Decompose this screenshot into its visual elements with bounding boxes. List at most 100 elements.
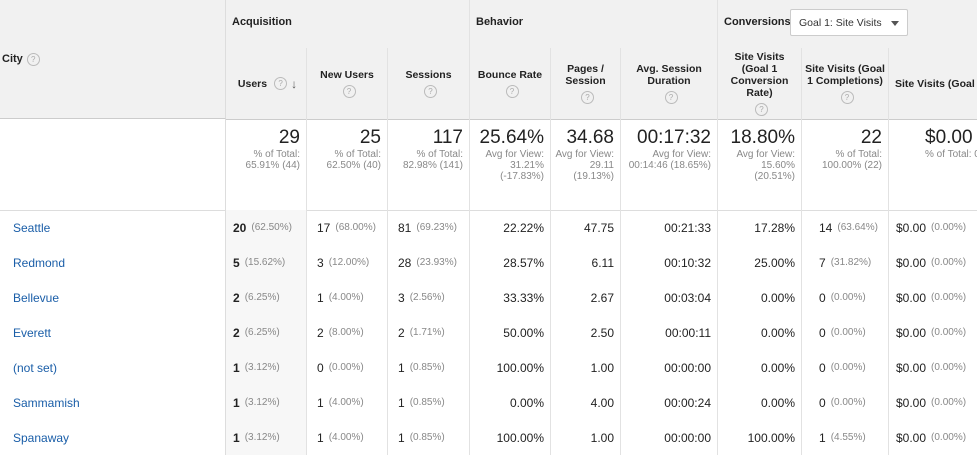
help-icon[interactable]: ? (342, 85, 356, 98)
table-row: Sammamish 1 (3.12%) 1 (4.00%) 1 (0.85%) … (0, 385, 977, 420)
users-value: 2 (233, 325, 240, 340)
users-pct: (6.25%) (244, 327, 280, 338)
pages-session-value: 2.67 (590, 290, 614, 305)
new-users-header-label: New Users (320, 69, 374, 81)
duration-value: 00:03:04 (664, 290, 711, 305)
city-link[interactable]: (not set) (6, 361, 57, 375)
pages-session-column-header[interactable]: Pages / Session ? (551, 48, 621, 119)
pages-session-cell: 1.00 (551, 420, 621, 455)
total-avg-session-duration-value: 00:17:32 (637, 127, 711, 148)
conversions-group-header: Conversions Goal 1: Site Visits (718, 0, 977, 48)
city-link[interactable]: Spanaway (6, 431, 69, 445)
total-bounce-rate-value: 25.64% (479, 127, 544, 148)
bounce-rate-column-header[interactable]: Bounce Rate ? (470, 48, 551, 119)
completions-cell: 14 (63.64%) (802, 210, 889, 245)
users-column-header[interactable]: Users ? ↓ (226, 48, 307, 119)
total-avg-session-duration: 00:17:32 Avg for View: 00:14:46 (18.65%) (621, 119, 718, 210)
table-row: Everett 2 (6.25%) 2 (8.00%) 2 (1.71%) 50… (0, 315, 977, 350)
help-icon[interactable]: ? (274, 77, 288, 90)
acquisition-label: Acquisition (232, 16, 292, 28)
completions-cell: 0 (0.00%) (802, 280, 889, 315)
city-column-header[interactable]: City ? (0, 0, 226, 119)
help-icon[interactable]: ? (664, 91, 678, 104)
help-icon[interactable]: ? (505, 85, 519, 98)
conv-rate-cell: 0.00% (718, 385, 802, 420)
duration-value: 00:10:32 (664, 255, 711, 270)
help-icon[interactable]: ? (755, 103, 768, 116)
city-link[interactable]: Bellevue (6, 291, 59, 305)
conv-rate-column-header[interactable]: Site Visits (Goal 1 Conversion Rate) ? (718, 48, 802, 119)
sessions-value: 3 (398, 290, 405, 305)
help-icon[interactable]: ? (840, 91, 854, 104)
table-row: Redmond 5 (15.62%) 3 (12.00%) 28 (23.93%… (0, 245, 977, 280)
value-value: $0.00 (896, 220, 927, 235)
acquisition-group-header: Acquisition (226, 0, 470, 48)
new-users-pct: (4.00%) (328, 397, 364, 408)
city-cell: Sammamish (0, 385, 226, 420)
value-pct: (0.00%) (931, 397, 967, 408)
bounce-rate-cell: 0.00% (470, 385, 551, 420)
conv-rate-cell: 25.00% (718, 245, 802, 280)
pages-session-cell: 6.11 (551, 245, 621, 280)
total-bounce-rate-sub: Avg for View: 31.21% (-17.83%) (485, 149, 544, 182)
new-users-pct: (4.00%) (328, 292, 364, 303)
new-users-value: 2 (317, 325, 324, 340)
total-avg-session-duration-sub: Avg for View: 00:14:46 (18.65%) (628, 149, 711, 171)
avg-session-duration-column-header[interactable]: Avg. Session Duration ? (621, 48, 718, 119)
sort-descending-icon[interactable]: ↓ (291, 77, 297, 91)
pages-session-value: 1.00 (590, 430, 614, 445)
sessions-pct: (23.93%) (416, 257, 457, 268)
completions-value: 0 (819, 325, 826, 340)
total-conv-rate-sub: Avg for View: 15.60% (20.51%) (736, 149, 795, 182)
city-header-label: City (2, 53, 23, 65)
total-users-sub: % of Total: 65.91% (44) (245, 149, 300, 171)
behavior-label: Behavior (476, 16, 524, 28)
totals-city-cell (0, 119, 226, 210)
bounce-rate-value: 33.33% (503, 290, 544, 305)
total-value-sub: % of Total: 0.00% ($0.00) (925, 149, 977, 160)
completions-cell: 1 (4.55%) (802, 420, 889, 455)
duration-value: 00:21:33 (664, 220, 711, 235)
total-value-value: $0.00 (925, 127, 973, 148)
completions-cell: 7 (31.82%) (802, 245, 889, 280)
city-link[interactable]: Seattle (6, 221, 50, 235)
sessions-pct: (0.85%) (409, 362, 445, 373)
city-link[interactable]: Redmond (6, 256, 65, 270)
value-column-header[interactable]: Site Visits (Goal 1 Value) (889, 48, 977, 119)
new-users-cell: 1 (4.00%) (307, 420, 388, 455)
sessions-value: 2 (398, 325, 405, 340)
table-row: Bellevue 2 (6.25%) 1 (4.00%) 3 (2.56%) 3… (0, 280, 977, 315)
new-users-cell: 0 (0.00%) (307, 350, 388, 385)
goal-select-dropdown[interactable]: Goal 1: Site Visits (790, 9, 908, 36)
city-link[interactable]: Everett (6, 326, 51, 340)
completions-value: 14 (819, 220, 833, 235)
pages-session-cell: 2.50 (551, 315, 621, 350)
duration-value: 00:00:00 (664, 360, 711, 375)
value-value: $0.00 (896, 395, 927, 410)
users-pct: (3.12%) (244, 432, 280, 443)
help-icon[interactable]: ? (424, 85, 437, 98)
bounce-rate-value: 22.22% (503, 220, 544, 235)
sessions-column-header[interactable]: Sessions ? (388, 48, 470, 119)
new-users-pct: (0.00%) (328, 362, 364, 373)
duration-cell: 00:03:04 (621, 280, 718, 315)
bounce-rate-header-label: Bounce Rate (477, 69, 543, 81)
city-link[interactable]: Sammamish (6, 396, 80, 410)
total-pages-session-sub: Avg for View: 29.11 (19.13%) (555, 149, 614, 182)
caret-down-icon (891, 21, 899, 26)
help-icon[interactable]: ? (26, 52, 40, 66)
sessions-value: 1 (398, 395, 405, 410)
value-pct: (0.00%) (931, 257, 967, 268)
new-users-column-header[interactable]: New Users ? (307, 48, 388, 119)
city-cell: (not set) (0, 350, 226, 385)
total-sessions-sub: % of Total: 82.98% (141) (402, 149, 463, 171)
bounce-rate-cell: 28.57% (470, 245, 551, 280)
completions-column-header[interactable]: Site Visits (Goal 1 Completions) ? (802, 48, 889, 119)
sessions-pct: (0.85%) (409, 397, 445, 408)
users-value: 20 (233, 220, 247, 235)
bounce-rate-cell: 100.00% (470, 420, 551, 455)
value-pct: (0.00%) (931, 222, 967, 233)
help-icon[interactable]: ? (581, 91, 594, 104)
conv-rate-value: 0.00% (760, 360, 795, 375)
value-value: $0.00 (896, 360, 927, 375)
